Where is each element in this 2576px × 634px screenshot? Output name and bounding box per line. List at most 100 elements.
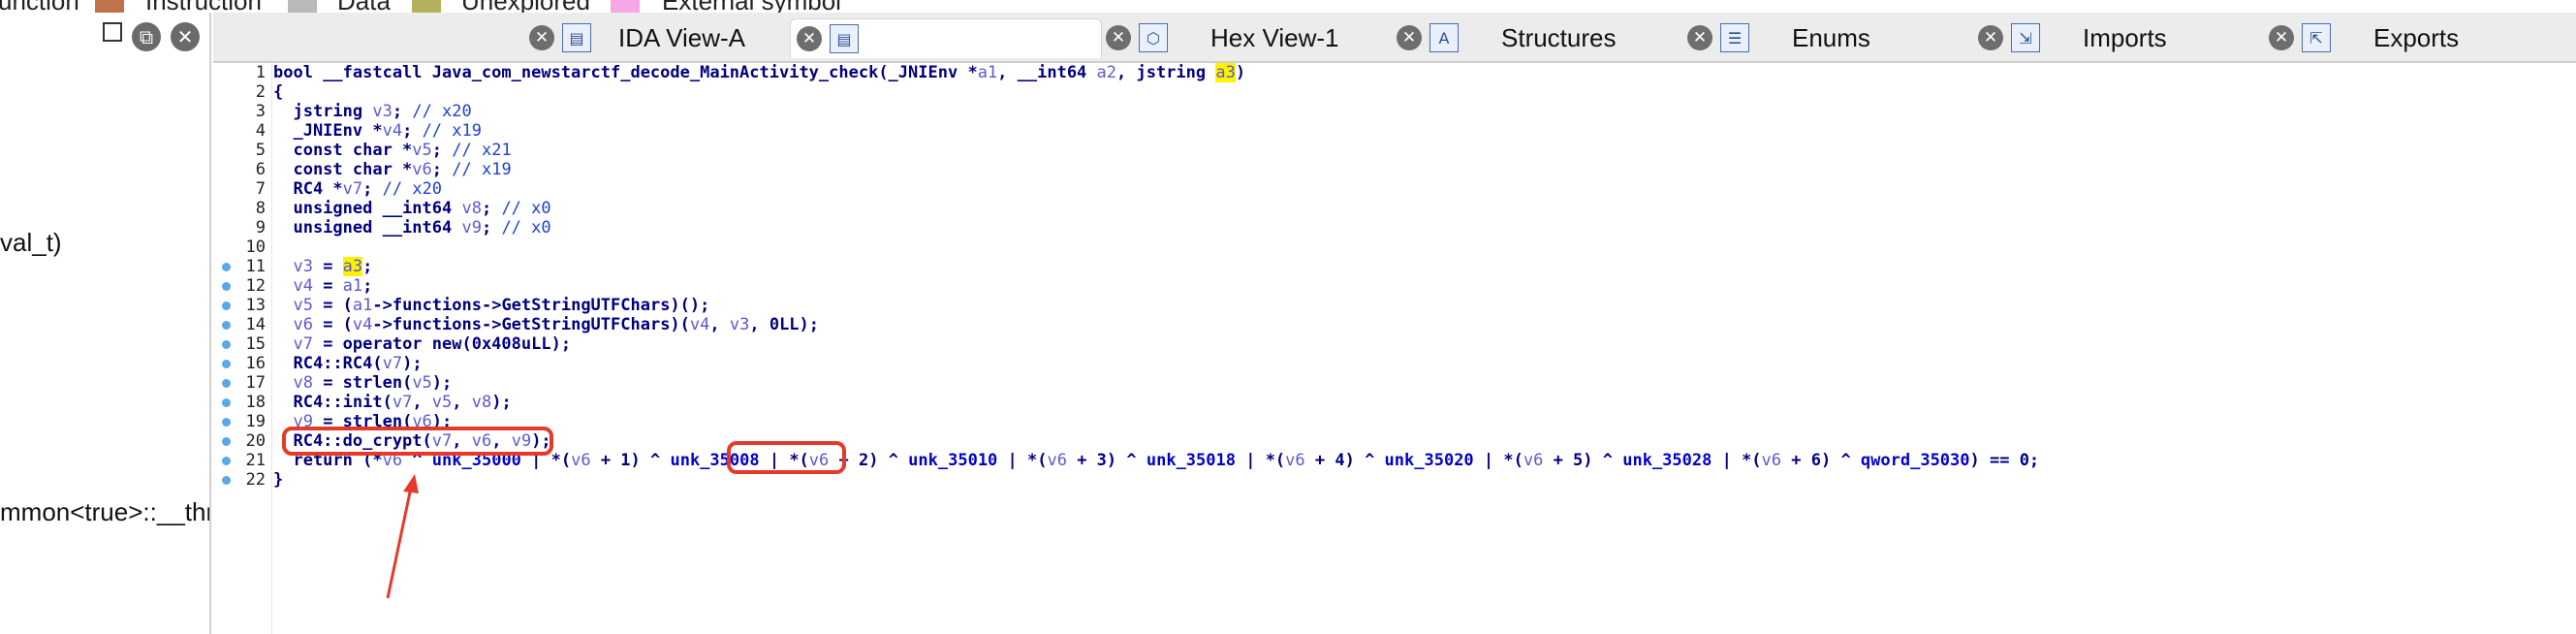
close-tab-icon[interactable]: ✕: [1397, 25, 1422, 50]
code-text[interactable]: v7 = operator new(0x408uLL);: [273, 334, 571, 354]
function-list-item[interactable]: mmon<true>::__thr: [0, 497, 209, 527]
legend-swatch-external: [611, 0, 640, 13]
line-number: 20: [245, 431, 266, 451]
pseudocode-editor[interactable]: 1 bool __fastcall Java_com_newstarctf_dec…: [213, 63, 2576, 634]
legend-swatch-data: [288, 0, 317, 13]
legend-label: unction: [0, 0, 79, 13]
line-number: 17: [245, 373, 266, 393]
tab-imports[interactable]: ✕ ⇲ Imports: [1972, 18, 2244, 57]
line-number: 22: [245, 470, 266, 490]
disassembly-view-icon: ▤: [562, 23, 591, 52]
code-text[interactable]: v3 = a3;: [273, 257, 372, 276]
code-text[interactable]: jstring v3; // x20: [273, 102, 471, 121]
code-line[interactable]: 12 v4 = a1;: [213, 276, 2576, 296]
code-text[interactable]: RC4::init(v7, v5, v8);: [273, 393, 511, 412]
tab-label: IDA View-A: [618, 22, 746, 52]
legend-label: Data: [337, 0, 391, 13]
close-tab-icon[interactable]: ✕: [1106, 25, 1131, 50]
line-number: 14: [245, 315, 266, 334]
code-line[interactable]: 17 v8 = strlen(v5);: [213, 373, 2576, 393]
line-number: 1: [255, 63, 266, 82]
tab-hex-view-1[interactable]: ✕ ⬡ Hex View-1: [1100, 18, 1371, 57]
imports-icon: ⇲: [2011, 23, 2040, 52]
tab-exports[interactable]: ✕ ⇱ Exports: [2263, 18, 2534, 57]
code-line[interactable]: 11 v3 = a3;: [213, 257, 2576, 276]
code-text[interactable]: {: [273, 82, 283, 102]
code-line[interactable]: 1 bool __fastcall Java_com_newstarctf_dec…: [213, 63, 2576, 82]
tab-enums[interactable]: ✕ ☰ Enums: [1681, 18, 1953, 57]
close-pane-icon[interactable]: ✕: [171, 22, 200, 51]
code-text[interactable]: _JNIEnv *v4; // x19: [273, 121, 482, 141]
code-line[interactable]: 3 jstring v3; // x20: [213, 102, 2576, 121]
legend-label: External symbol: [662, 0, 841, 13]
tab-label: Enums: [1792, 22, 1870, 52]
code-line[interactable]: 10: [213, 238, 2576, 257]
code-line[interactable]: 22}: [213, 470, 2576, 490]
code-text[interactable]: v5 = (a1->functions->GetStringUTFChars)(…: [273, 296, 709, 315]
line-number: 10: [245, 238, 266, 257]
code-line[interactable]: 7 RC4 *v7; // x20: [213, 179, 2576, 199]
code-line[interactable]: 18 RC4::init(v7, v5, v8);: [213, 393, 2576, 412]
close-tab-icon[interactable]: ✕: [797, 26, 822, 51]
code-line[interactable]: 19 v9 = strlen(v6);: [213, 412, 2576, 431]
code-line[interactable]: 15 v7 = operator new(0x408uLL);: [213, 334, 2576, 354]
code-text[interactable]: unsigned __int64 v8; // x0: [273, 199, 550, 218]
enums-icon: ☰: [1720, 23, 1749, 52]
line-number: 16: [245, 354, 266, 373]
pane-window-controls: ⧉ ✕: [103, 22, 200, 51]
code-text[interactable]: unsigned __int64 v9; // x0: [273, 218, 550, 238]
annotation-arrow: [386, 474, 419, 599]
restore-pane-icon[interactable]: ⧉: [132, 22, 161, 51]
function-list-item[interactable]: val_t): [0, 228, 62, 258]
code-text[interactable]: }: [273, 470, 283, 490]
tab-label: Structures: [1501, 22, 1617, 52]
line-number: 13: [245, 296, 266, 315]
code-line[interactable]: 14 v6 = (v4->functions->GetStringUTFChar…: [213, 315, 2576, 334]
close-tab-icon[interactable]: ✕: [529, 25, 554, 50]
float-pane-icon[interactable]: [103, 22, 122, 42]
code-text[interactable]: const char *v5; // x21: [273, 141, 511, 160]
pseudocode-view-icon: ▤: [830, 24, 859, 53]
code-line[interactable]: 8 unsigned __int64 v8; // x0: [213, 199, 2576, 218]
code-text[interactable]: v6 = (v4->functions->GetStringUTFChars)(…: [273, 315, 819, 334]
tab-label: Hex View-1: [1210, 22, 1339, 52]
line-number: 7: [255, 179, 266, 199]
line-number: 18: [245, 393, 266, 412]
code-line[interactable]: 4 _JNIEnv *v4; // x19: [213, 121, 2576, 141]
legend-label: Instruction: [145, 0, 262, 13]
line-number: 8: [255, 199, 266, 218]
line-number: 4: [255, 121, 266, 141]
exports-icon: ⇱: [2302, 23, 2331, 52]
close-tab-icon[interactable]: ✕: [2269, 25, 2294, 50]
view-tab-bar: ✕ ▤ IDA View-A ✕ ▤ ✕ ⬡ Hex View-1 ✕ A St…: [213, 13, 2576, 63]
hex-view-icon: ⬡: [1139, 23, 1168, 52]
code-line[interactable]: 21 return (*v6 ^ unk_35000 | *(v6 + 1) ^…: [213, 451, 2576, 470]
line-number: 11: [245, 257, 266, 276]
close-tab-icon[interactable]: ✕: [1687, 25, 1712, 50]
legend-swatch-unexplored: [412, 0, 441, 13]
code-line[interactable]: 6 const char *v6; // x19: [213, 160, 2576, 179]
code-line[interactable]: 13 v5 = (a1->functions->GetStringUTFChar…: [213, 296, 2576, 315]
code-line[interactable]: 9 unsigned __int64 v9; // x0: [213, 218, 2576, 238]
tab-pseudocode[interactable]: ✕ ▤: [790, 18, 1102, 58]
code-line[interactable]: 2{: [213, 82, 2576, 102]
structures-icon: A: [1429, 23, 1459, 52]
code-line[interactable]: 16 RC4::RC4(v7);: [213, 354, 2576, 373]
tab-structures[interactable]: ✕ A Structures: [1391, 18, 1662, 57]
annotation-box-do-crypt: [282, 427, 553, 456]
legend-label: Unexplored: [461, 0, 590, 13]
close-tab-icon[interactable]: ✕: [1978, 25, 2003, 50]
code-text[interactable]: v8 = strlen(v5);: [273, 373, 452, 393]
code-text[interactable]: RC4::RC4(v7);: [273, 354, 422, 373]
color-legend: unction Instruction Data Unexplored Exte…: [0, 0, 2576, 13]
code-text[interactable]: bool __fastcall Java_com_newstarctf_deco…: [273, 63, 1245, 82]
code-text[interactable]: const char *v6; // x19: [273, 160, 511, 179]
code-line[interactable]: 20 RC4::do_crypt(v7, v6, v9);: [213, 431, 2576, 451]
functions-pane: ⧉ ✕ val_t) mmon<true>::__thr: [0, 13, 211, 634]
line-number: 19: [245, 412, 266, 431]
code-line[interactable]: 5 const char *v5; // x21: [213, 141, 2576, 160]
code-text[interactable]: v4 = a1;: [273, 276, 372, 296]
code-text[interactable]: RC4 *v7; // x20: [273, 179, 442, 199]
line-number: 21: [245, 451, 266, 470]
line-number: 3: [255, 102, 266, 121]
